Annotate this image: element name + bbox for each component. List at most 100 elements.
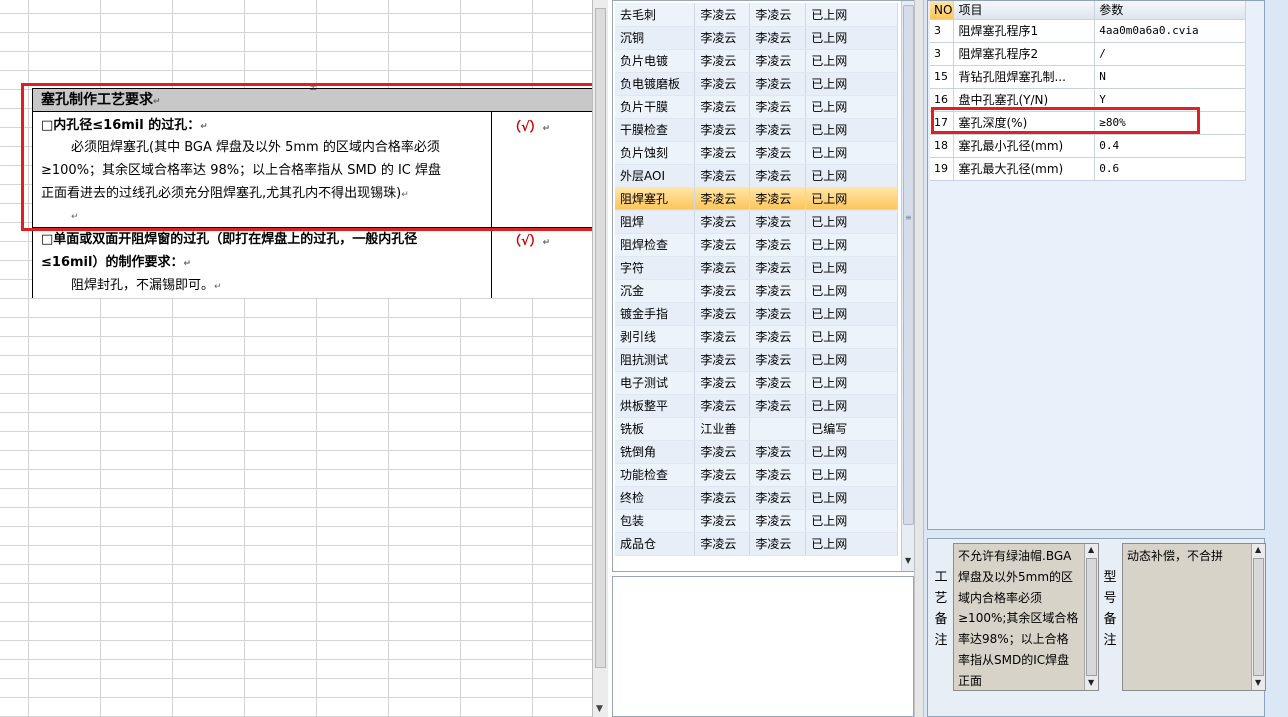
table-row[interactable]: 沉金 李凌云 李凌云 已上网 bbox=[615, 279, 898, 303]
reviewer-cell: 李凌云 bbox=[749, 95, 807, 119]
table-row[interactable]: 18 塞孔最小孔径(mm) 0.4 bbox=[930, 134, 1246, 158]
param-no-cell: 3 bbox=[930, 42, 955, 66]
table-row[interactable]: 阻抗测试 李凌云 李凌云 已上网 bbox=[615, 348, 898, 372]
table-row[interactable]: 19 塞孔最大孔径(mm) 0.6 bbox=[930, 157, 1246, 181]
parameter-panel: NO 项目 参数 3 阻焊塞孔程序1 4aa0m0a6a0.cvia 3 阻焊塞孔程序2… bbox=[927, 0, 1265, 530]
scrollbar-thumb[interactable] bbox=[1253, 558, 1264, 676]
status-cell: 已上网 bbox=[805, 325, 898, 349]
operator-cell: 江业善 bbox=[694, 417, 751, 441]
sheet-scrollbar[interactable]: ▼ bbox=[592, 0, 608, 717]
param-value-cell: / bbox=[1094, 42, 1246, 66]
operator-cell: 李凌云 bbox=[694, 72, 751, 96]
table-row[interactable]: 镀金手指 李凌云 李凌云 已上网 bbox=[615, 302, 898, 326]
table-row[interactable]: 剥引线 李凌云 李凌云 已上网 bbox=[615, 325, 898, 349]
process-name-cell: 剥引线 bbox=[615, 325, 696, 349]
reviewer-cell: 李凌云 bbox=[749, 3, 807, 27]
table-row[interactable]: 去毛刺 李凌云 李凌云 已上网 bbox=[615, 3, 898, 27]
reviewer-cell: 李凌云 bbox=[749, 256, 807, 280]
remark-scrollbar[interactable]: ▲ ▼ bbox=[1084, 544, 1098, 690]
param-item-cell: 塞孔最大孔径(mm) bbox=[953, 157, 1096, 181]
operator-cell: 李凌云 bbox=[694, 325, 751, 349]
remarks-panel: 工艺备注 不允许有绿油帽.BGA焊盘及以外5mm的区域内合格率必须≥100%;其… bbox=[927, 538, 1266, 717]
reviewer-cell: 李凌云 bbox=[749, 49, 807, 73]
table-row[interactable]: 包装 李凌云 李凌云 已上网 bbox=[615, 509, 898, 533]
scrollbar-thumb[interactable] bbox=[903, 5, 914, 525]
pane-edge bbox=[1267, 0, 1288, 717]
reviewer-cell: 李凌云 bbox=[749, 302, 807, 326]
column-header-value[interactable]: 参数 bbox=[1094, 1, 1246, 20]
reviewer-cell: 李凌云 bbox=[749, 371, 807, 395]
table-row[interactable]: 铣倒角 李凌云 李凌云 已上网 bbox=[615, 440, 898, 464]
reviewer-cell bbox=[749, 417, 807, 441]
scroll-down-icon[interactable]: ▼ bbox=[1088, 678, 1094, 687]
table-row[interactable]: 15 背钻孔阻焊塞孔制... N bbox=[930, 65, 1246, 89]
table-row[interactable]: 阻焊检查 李凌云 李凌云 已上网 bbox=[615, 233, 898, 257]
scroll-down-icon[interactable]: ▼ bbox=[905, 556, 911, 565]
column-header-no[interactable]: NO bbox=[930, 1, 955, 20]
spreadsheet-grid[interactable]: 塞孔制作工艺要求↵ ± □内孔径≤16mil 的过孔：↵ （√）↵ 必须阻焊塞孔… bbox=[0, 0, 592, 717]
operator-cell: 李凌云 bbox=[694, 371, 751, 395]
status-cell: 已上网 bbox=[805, 141, 898, 165]
scroll-down-icon[interactable]: ▼ bbox=[596, 704, 603, 714]
table-row[interactable]: 负片干膜 李凌云 李凌云 已上网 bbox=[615, 95, 898, 119]
param-no-cell: 3 bbox=[930, 19, 955, 43]
remark-scrollbar[interactable]: ▲ ▼ bbox=[1251, 544, 1265, 690]
section2-title: □单面或双面开阻焊窗的过孔（即打在焊盘上的过孔，一般内孔径 bbox=[41, 232, 418, 247]
table-row[interactable]: 3 阻焊塞孔程序2/ bbox=[930, 42, 1246, 66]
scroll-up-icon[interactable]: ▲ bbox=[1088, 545, 1094, 554]
scrollbar-thumb[interactable] bbox=[1086, 558, 1097, 676]
table-row[interactable]: 沉铜 李凌云 李凌云 已上网 bbox=[615, 26, 898, 50]
pane-splitter[interactable] bbox=[914, 0, 924, 717]
reviewer-cell: 李凌云 bbox=[749, 118, 807, 142]
process-remark-text: 不允许有绿油帽.BGA焊盘及以外5mm的区域内合格率必须≥100%;其余区域合格… bbox=[958, 549, 1079, 688]
param-no-cell: 19 bbox=[930, 157, 955, 181]
operator-cell: 李凌云 bbox=[694, 486, 751, 510]
column-header-item[interactable]: 项目 bbox=[953, 1, 1096, 20]
table-row[interactable]: 电子测试 李凌云 李凌云 已上网 bbox=[615, 371, 898, 395]
table-row[interactable]: 干膜检查 李凌云 李凌云 已上网 bbox=[615, 118, 898, 142]
param-no-cell: 15 bbox=[930, 65, 955, 89]
param-value-cell: 4aa0m0a6a0.cvia bbox=[1094, 19, 1246, 43]
process-remark-textarea[interactable]: 不允许有绿油帽.BGA焊盘及以外5mm的区域内合格率必须≥100%;其余区域合格… bbox=[953, 543, 1099, 691]
scrollbar-thumb[interactable] bbox=[595, 8, 606, 668]
process-table: 去毛刺 李凌云 李凌云 已上网 沉铜 李凌云 李凌云 已上网 负片电镀 李凌云 李凌云 已上网 负电镀磨… bbox=[615, 3, 898, 556]
highlight-box bbox=[21, 83, 592, 231]
process-name-cell: 干膜检查 bbox=[615, 118, 696, 142]
operator-cell: 李凌云 bbox=[694, 279, 751, 303]
table-row[interactable]: 铣板 江业善 已编写 bbox=[615, 417, 898, 441]
table-row[interactable]: 字符 李凌云 李凌云 已上网 bbox=[615, 256, 898, 280]
process-name-cell: 阻焊 bbox=[615, 210, 696, 234]
operator-cell: 李凌云 bbox=[694, 394, 751, 418]
status-cell: 已上网 bbox=[805, 394, 898, 418]
model-remark-text: 动态补偿，不合拼 bbox=[1127, 549, 1224, 563]
model-remark-textarea[interactable]: 动态补偿，不合拼 ▲ ▼ bbox=[1122, 543, 1266, 691]
scroll-up-icon[interactable]: ▲ bbox=[1255, 545, 1261, 554]
table-row[interactable]: 功能检查 李凌云 李凌云 已上网 bbox=[615, 463, 898, 487]
table-row[interactable]: 成品仓 李凌云 李凌云 已上网 bbox=[615, 532, 898, 556]
operator-cell: 李凌云 bbox=[694, 532, 751, 556]
table-row[interactable]: 负电镀磨板 李凌云 李凌云 已上网 bbox=[615, 72, 898, 96]
table-row[interactable]: 负片电镀 李凌云 李凌云 已上网 bbox=[615, 49, 898, 73]
table-row[interactable]: 终检 李凌云 李凌云 已上网 bbox=[615, 486, 898, 510]
process-scrollbar[interactable]: ≡ ▼ bbox=[901, 1, 915, 571]
section2-check: （√）↵ bbox=[508, 234, 551, 249]
status-cell: 已上网 bbox=[805, 509, 898, 533]
table-row[interactable]: 负片蚀刻 李凌云 李凌云 已上网 bbox=[615, 141, 898, 165]
param-value-cell: 0.6 bbox=[1094, 157, 1246, 181]
param-no-cell: 18 bbox=[930, 134, 955, 158]
table-row[interactable]: 阻焊塞孔 李凌云 李凌云 已上网 bbox=[615, 187, 898, 211]
table-row[interactable]: 阻焊 李凌云 李凌云 已上网 bbox=[615, 210, 898, 234]
scroll-down-icon[interactable]: ▼ bbox=[1255, 678, 1261, 687]
reviewer-cell: 李凌云 bbox=[749, 532, 807, 556]
operator-cell: 李凌云 bbox=[694, 164, 751, 188]
table-row[interactable]: 外层AOI 李凌云 李凌云 已上网 bbox=[615, 164, 898, 188]
status-cell: 已上网 bbox=[805, 26, 898, 50]
table-row[interactable]: 3 阻焊塞孔程序1 4aa0m0a6a0.cvia bbox=[930, 19, 1246, 43]
process-name-cell: 阻焊检查 bbox=[615, 233, 696, 257]
operator-cell: 李凌云 bbox=[694, 302, 751, 326]
status-cell: 已上网 bbox=[805, 532, 898, 556]
status-cell: 已上网 bbox=[805, 164, 898, 188]
table-row[interactable]: 烘板整平 李凌云 李凌云 已上网 bbox=[615, 394, 898, 418]
reviewer-cell: 李凌云 bbox=[749, 463, 807, 487]
process-name-cell: 终检 bbox=[615, 486, 696, 510]
